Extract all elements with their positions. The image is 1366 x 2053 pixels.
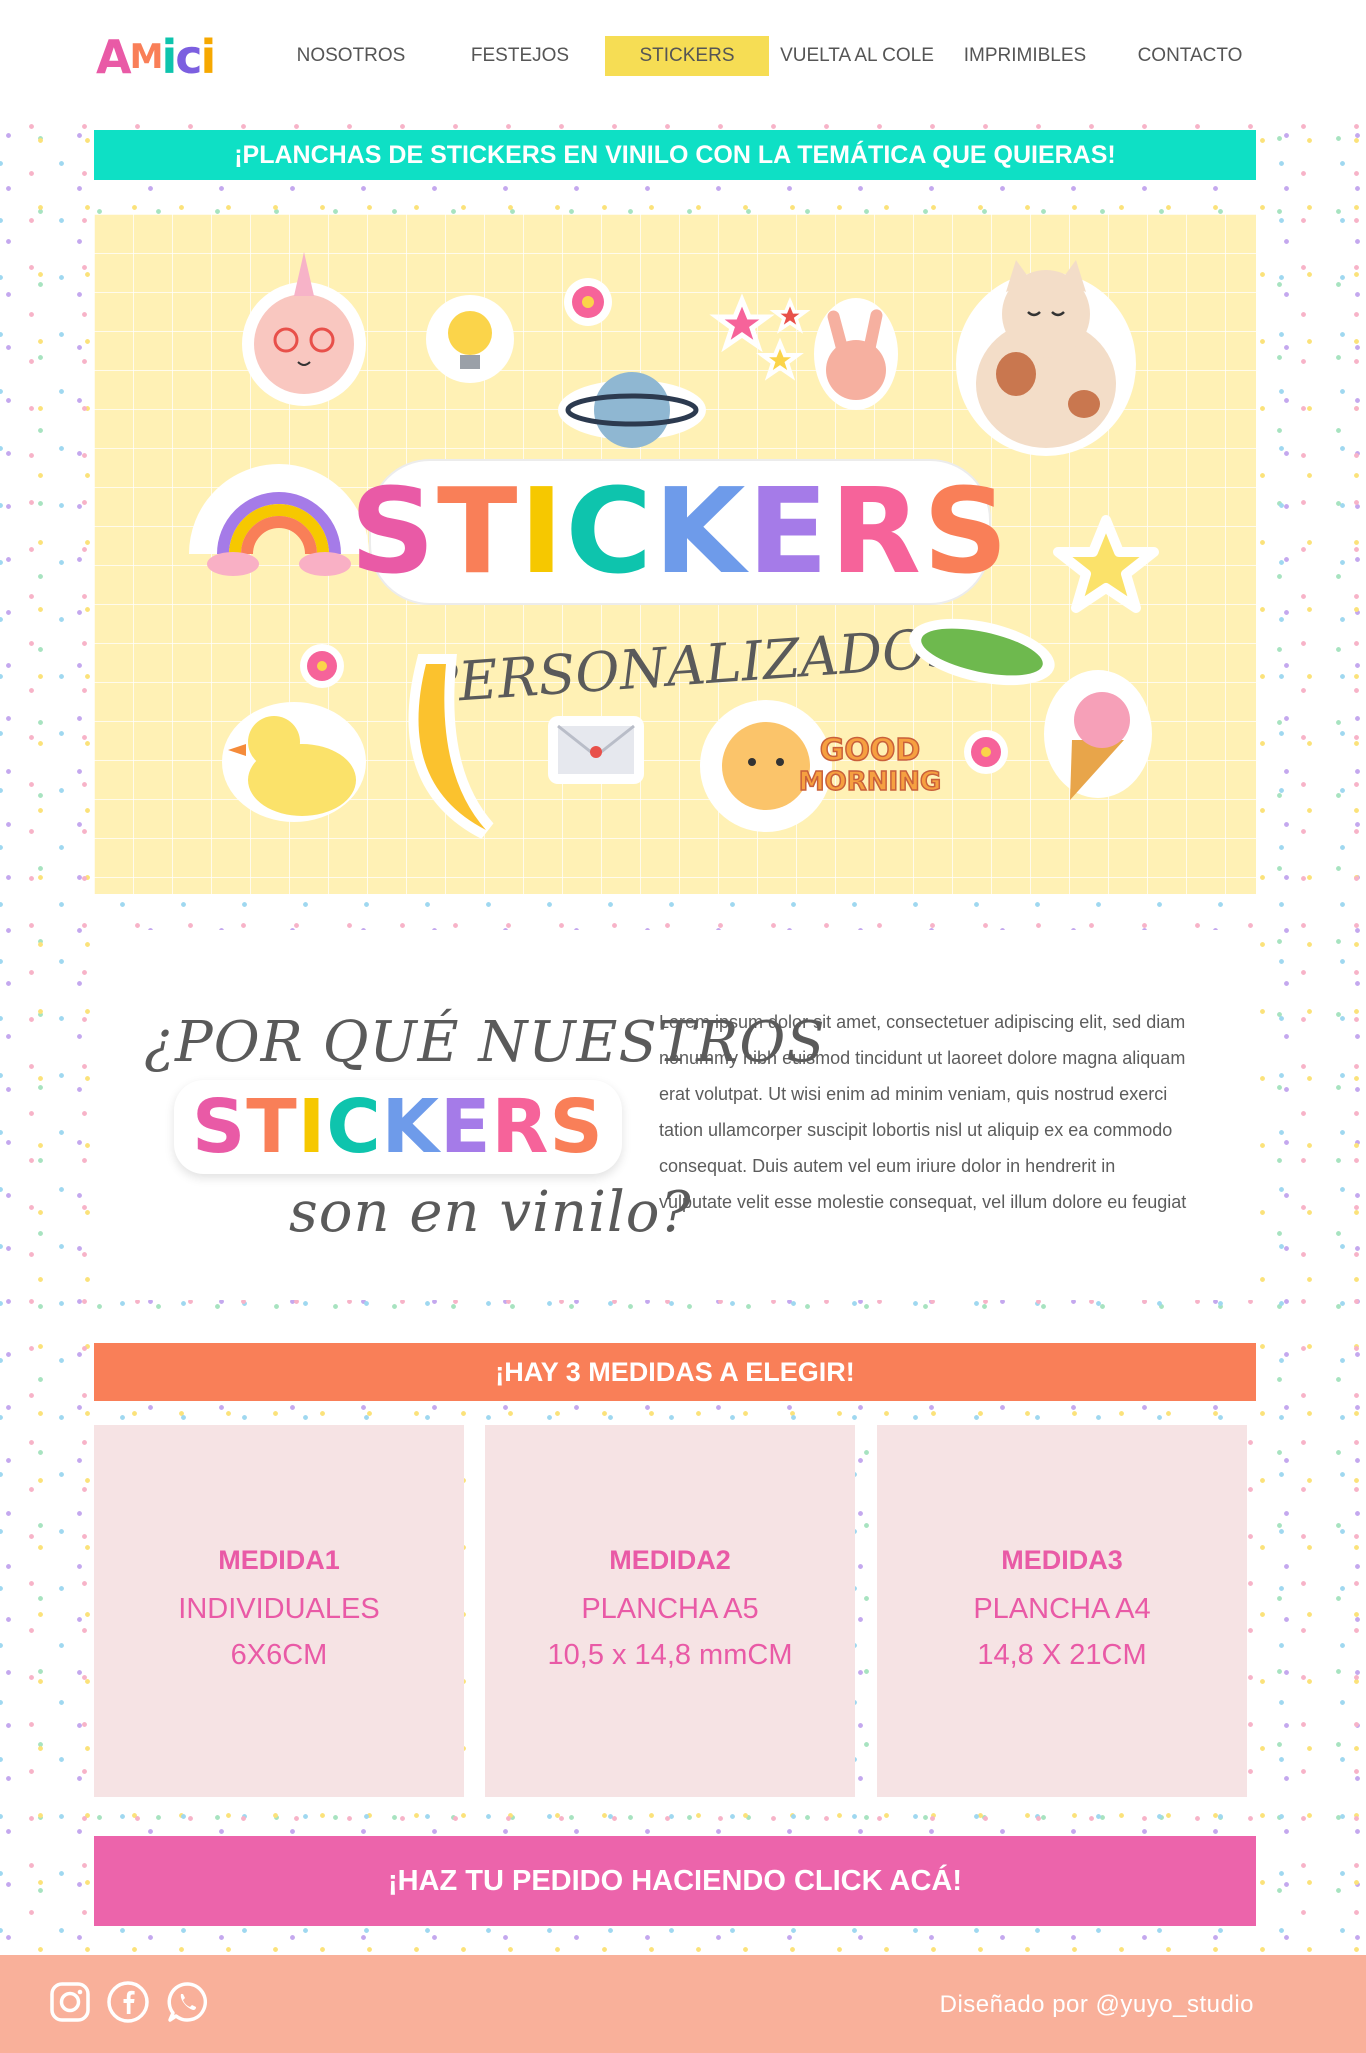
why-stickers-letter: S	[192, 1084, 247, 1170]
flower-sticker	[564, 278, 612, 326]
nav-item-stickers[interactable]: STICKERS	[605, 36, 769, 76]
hero-title-letter: C	[565, 462, 654, 600]
size-card[interactable]: MEDIDA2 PLANCHA A5 10,5 x 14,8 mmCM	[485, 1425, 855, 1797]
why-stickers-letter: T	[246, 1084, 298, 1170]
star-sticker	[1053, 515, 1159, 613]
hero-title-letter: T	[437, 462, 520, 600]
size-card-title: MEDIDA1	[218, 1545, 340, 1575]
size-options: MEDIDA1 INDIVIDUALES 6X6CM MEDIDA2 PLANC…	[94, 1425, 1256, 1797]
flower-sticker	[300, 644, 344, 688]
sizes-banner: ¡HAY 3 MEDIDAS A ELEGIR!	[94, 1343, 1256, 1401]
facebook-icon[interactable]	[106, 1980, 150, 2024]
hero-title-letter: K	[654, 462, 750, 600]
size-card-type: PLANCHA A5	[581, 1593, 759, 1625]
stars-sticker	[709, 293, 811, 381]
why-description: Lorem ipsum dolor sit amet, consectetuer…	[659, 1012, 1187, 1212]
nav-item-contacto[interactable]: CONTACTO	[1120, 36, 1260, 76]
top-banner: ¡PLANCHAS DE STICKERS EN VINILO CON LA T…	[94, 130, 1256, 180]
order-cta-button[interactable]: ¡HAZ TU PEDIDO HACIENDO CLICK ACÁ!	[94, 1836, 1256, 1926]
size-card-type: PLANCHA A4	[973, 1593, 1151, 1625]
why-question-end: son en vinilo?	[289, 1180, 692, 1245]
lightbulb-sticker	[426, 295, 514, 383]
why-question-stickers: STICKERS	[174, 1080, 622, 1174]
planet-sticker	[558, 372, 706, 448]
nav-item-festejos[interactable]: FESTEJOS	[450, 36, 590, 76]
hero-banner: STICKERS PERSONALIZADOS GOOD MORNING	[94, 214, 1256, 894]
hero-title-letter: S	[350, 462, 437, 600]
size-card-dimensions: 10,5 x 14,8 mmCM	[547, 1639, 793, 1671]
instagram-icon[interactable]	[48, 1980, 92, 2024]
rainbow-sticker	[189, 464, 369, 576]
hero-title-letter: S	[923, 462, 1010, 600]
hero-title-letter: E	[747, 462, 830, 600]
size-card-title: MEDIDA2	[609, 1545, 731, 1575]
header: AMici NOSOTROS FESTEJOS STICKERS VUELTA …	[0, 0, 1366, 110]
duck-sticker	[222, 702, 366, 822]
size-card-dimensions: 6X6CM	[230, 1639, 328, 1671]
cat-sticker	[956, 260, 1136, 456]
size-card-type: INDIVIDUALES	[178, 1593, 380, 1625]
nav-item-nosotros[interactable]: NOSOTROS	[281, 36, 421, 76]
peace-hand-sticker	[814, 298, 898, 410]
svg-text:STICKERS: STICKERS	[350, 462, 1010, 600]
size-card-title: MEDIDA3	[1001, 1545, 1123, 1575]
hero-title: STICKERS	[350, 459, 1010, 605]
flower-sticker	[964, 730, 1008, 774]
why-stickers-letter: K	[381, 1084, 440, 1170]
why-stickers-letter: C	[326, 1084, 382, 1170]
whatsapp-icon[interactable]	[166, 1980, 210, 2024]
why-stickers-letter: I	[297, 1084, 327, 1170]
good-morning-line1: GOOD	[820, 733, 921, 768]
footer: Diseñado por @yuyo_studio	[0, 1955, 1366, 2053]
why-stickers-letter: S	[549, 1084, 604, 1170]
size-card[interactable]: MEDIDA1 INDIVIDUALES 6X6CM	[94, 1425, 464, 1797]
nav-item-vuelta-al-cole[interactable]: VUELTA AL COLE	[775, 36, 939, 76]
why-vinyl-section: ¿POR QUÉ NUESTROS STICKERS son en vinilo…	[94, 930, 1256, 1300]
envelope-sticker	[548, 716, 644, 784]
ice-cream-sticker	[1044, 670, 1152, 800]
size-card[interactable]: MEDIDA3 PLANCHA A4 14,8 X 21CM	[877, 1425, 1247, 1797]
nav-item-imprimibles[interactable]: IMPRIMIBLES	[950, 36, 1100, 76]
good-morning-sticker: GOOD MORNING	[798, 732, 942, 798]
hero-title-letter: R	[830, 462, 923, 600]
designer-credit[interactable]: Diseñado por @yuyo_studio	[940, 1985, 1254, 2025]
why-stickers-letter: E	[439, 1084, 492, 1170]
good-morning-line2: MORNING	[799, 767, 942, 797]
hero-subtitle: PERSONALIZADOS	[419, 615, 965, 716]
why-stickers-letter: R	[491, 1084, 550, 1170]
hero-title-letter: I	[520, 462, 566, 600]
main-nav: NOSOTROS FESTEJOS STICKERS VUELTA AL COL…	[0, 36, 1366, 76]
sun-sticker	[700, 700, 832, 832]
size-card-dimensions: 14,8 X 21CM	[977, 1639, 1147, 1671]
hero-illustration: STICKERS PERSONALIZADOS GOOD MORNING	[189, 252, 1159, 839]
unicorn-cat-sticker	[242, 252, 366, 406]
